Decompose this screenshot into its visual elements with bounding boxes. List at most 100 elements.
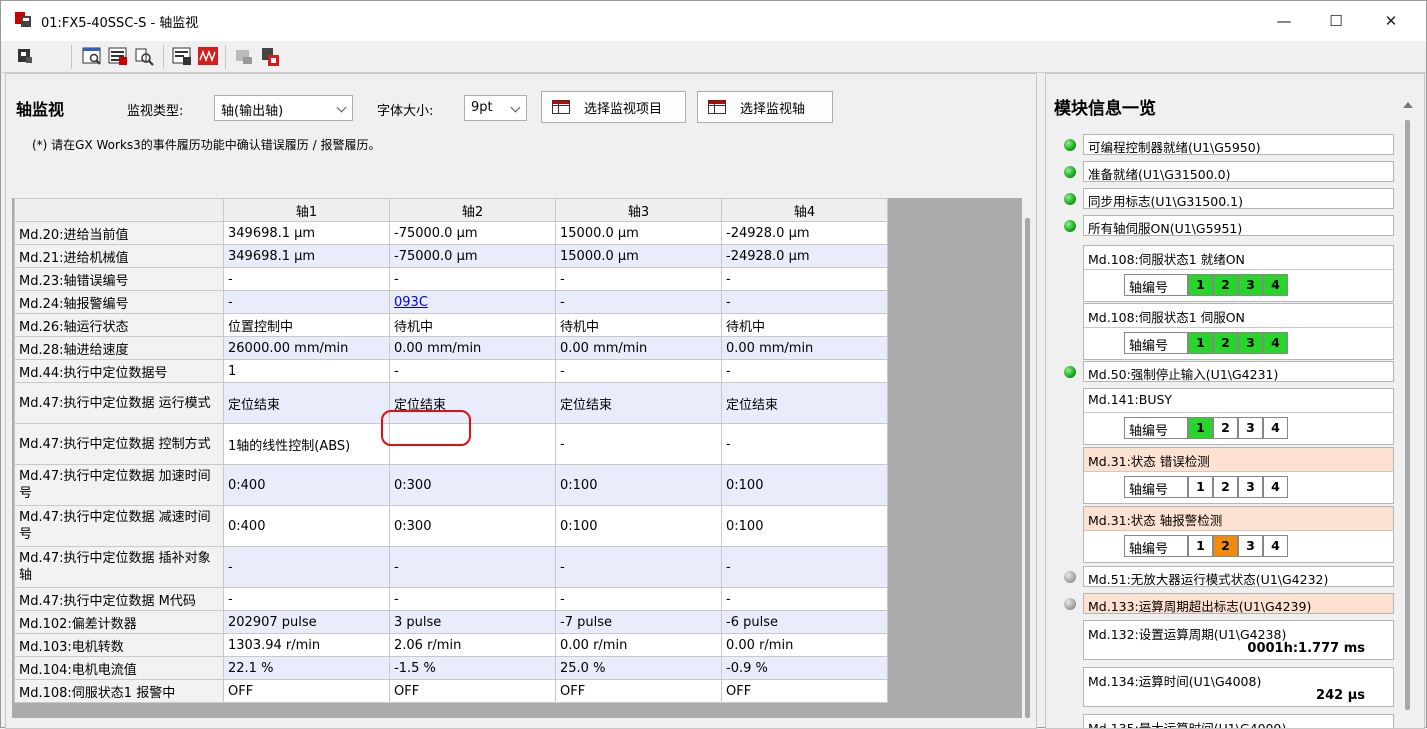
table-cell: 093C [389, 290, 556, 314]
table-cell: - [223, 587, 390, 611]
column-header-axis4[interactable]: 轴4 [721, 198, 888, 222]
table-cell: - [721, 359, 888, 383]
select-monitor-items-button[interactable]: 选择监视项目 [541, 91, 686, 123]
axis-monitor-table-area: 轴1 轴2 轴3 轴4 Md.20:进给当前值 349698.1 μm -75000… [12, 198, 1022, 718]
row-header: Md.103:电机转数 [14, 633, 224, 657]
scroll-up-icon[interactable] [1403, 102, 1413, 108]
table-cell: 15000.0 μm [555, 221, 722, 245]
table-cell: -75000.0 μm [389, 244, 556, 268]
module-monitor-icon[interactable] [107, 45, 129, 67]
monitor-type-label: 监视类型: [127, 104, 184, 119]
monitor-window-icon[interactable] [81, 45, 103, 67]
axis-status-group: Md.141:BUSY 轴编号 1 2 3 4 [1083, 388, 1394, 445]
row-header: Md.47:执行中定位数据 控制方式 [14, 423, 224, 465]
axis-indicator-2: 2 [1213, 535, 1238, 557]
minimize-button[interactable]: — [1259, 1, 1309, 41]
row-header: Md.47:执行中定位数据 M代码 [14, 587, 224, 611]
waveform-icon[interactable] [197, 45, 219, 67]
status-item: Md.133:运算周期超出标志(U1\G4239) [1083, 593, 1394, 614]
group-title: Md.108:伺服状态1 伺服ON [1084, 304, 1393, 328]
table-cell: 0.00 mm/min [389, 336, 556, 360]
table-cell: 2.06 r/min [389, 633, 556, 657]
table-row: Md.23:轴错误编号 - - - - [14, 267, 888, 291]
axis-monitor-table: 轴1 轴2 轴3 轴4 Md.20:进给当前值 349698.1 μm -75000… [14, 198, 888, 703]
title-bar: 01:FX5-40SSC-S - 轴监视 — ☐ ✕ [1, 1, 1426, 41]
value-group: Md.135:最大运算时间(U1\G4009) [1083, 714, 1394, 728]
axis-number-row: 轴编号 1 2 3 4 [1124, 535, 1324, 557]
table-cell: - [389, 546, 556, 588]
table-cell: -0.9 % [721, 656, 888, 680]
history-icon[interactable] [171, 45, 193, 67]
module-info-scrollbar[interactable] [1400, 98, 1416, 728]
table-cell: - [555, 359, 722, 383]
axis-indicator-2: 2 [1213, 476, 1238, 498]
corner-header [14, 198, 224, 222]
table-cell: 0:100 [555, 464, 722, 506]
table-cell: - [389, 359, 556, 383]
axis-number-label: 轴编号 [1124, 332, 1188, 354]
status-led-off [1064, 598, 1076, 610]
column-header-axis1[interactable]: 轴1 [223, 198, 390, 222]
axis-number-label: 轴编号 [1124, 476, 1188, 498]
axis-indicator-4: 4 [1263, 535, 1288, 557]
close-button[interactable]: ✕ [1366, 1, 1416, 41]
table-cell: 1 [223, 359, 390, 383]
row-header: Md.23:轴错误编号 [14, 267, 224, 291]
select-monitor-axis-button[interactable]: 选择监视轴 [697, 91, 833, 123]
axis-indicator-2: 2 [1213, 332, 1238, 354]
alarm-code-link[interactable]: 093C [394, 295, 428, 310]
table-scrollbar[interactable] [1022, 198, 1034, 718]
table-row: Md.47:执行中定位数据 减速时间号 0:400 0:300 0:100 0:100 [14, 505, 888, 547]
monitor-start-icon[interactable] [15, 45, 37, 67]
row-header: Md.20:进给当前值 [14, 221, 224, 245]
table-row: Md.47:执行中定位数据 M代码 - - - - [14, 587, 888, 611]
table-row: Md.26:轴运行状态 位置控制中 待机中 待机中 待机中 [14, 313, 888, 337]
status-item: Md.51:无放大器运行模式状态(U1\G4232) [1083, 566, 1394, 587]
font-size-value: 9pt [471, 100, 493, 115]
page-title: 轴监视 [16, 100, 65, 119]
maximize-button[interactable]: ☐ [1311, 1, 1361, 41]
table-cell: - [721, 423, 888, 465]
font-size-select[interactable]: 9pt [464, 95, 527, 121]
grid-icon [552, 100, 570, 114]
table-cell: - [389, 587, 556, 611]
table-cell: 1轴的线性控制(ABS) [223, 423, 390, 465]
table-cell: OFF [389, 679, 556, 703]
table-cell: - [555, 423, 722, 465]
font-size-label: 字体大小: [377, 104, 434, 119]
column-header-axis3[interactable]: 轴3 [555, 198, 722, 222]
table-cell: - [223, 546, 390, 588]
table-row: Md.44:执行中定位数据号 1- - - [14, 359, 888, 383]
axis-indicator-1: 1 [1188, 417, 1213, 439]
group-title: Md.134:运算时间(U1\G4008) [1084, 668, 1393, 689]
column-header-axis2[interactable]: 轴2 [389, 198, 556, 222]
table-cell: 202907 pulse [223, 610, 390, 634]
table-cell: 26000.00 mm/min [223, 336, 390, 360]
axis-indicator-4: 4 [1263, 417, 1288, 439]
table-cell: - [223, 290, 390, 314]
status-led-on [1064, 139, 1076, 151]
table-cell: 0:400 [223, 505, 390, 547]
axis-indicator-4: 4 [1263, 274, 1288, 296]
axis-status-group: Md.108:伺服状态1 就绪ON 轴编号 1 2 3 4 [1083, 245, 1394, 302]
app-icon [15, 12, 31, 27]
table-cell: 0:100 [721, 464, 888, 506]
monitor-type-select[interactable]: 轴(输出轴) [214, 95, 353, 121]
status-led-on [1064, 366, 1076, 378]
table-row: Md.47:执行中定位数据 加速时间号 0:400 0:300 0:100 0:100 [14, 464, 888, 506]
table-cell: 0:300 [389, 464, 556, 506]
table-cell: 25.0 % [555, 656, 722, 680]
scrollbar-thumb[interactable] [1025, 218, 1030, 718]
table-cell: 待机中 [721, 313, 888, 337]
axis-indicator-3: 3 [1238, 417, 1263, 439]
alarm-tool-icon[interactable] [259, 45, 281, 67]
search-icon[interactable] [133, 45, 155, 67]
table-cell: - [555, 267, 722, 291]
axis-number-row: 轴编号 1 2 3 4 [1124, 274, 1324, 296]
status-led-on [1064, 193, 1076, 205]
scrollbar-thumb[interactable] [1405, 120, 1410, 710]
table-row: Md.102:偏差计数器 202907 pulse 3 pulse -7 pulse -… [14, 610, 888, 634]
table-cell: 0:300 [389, 505, 556, 547]
disabled-tool-icon [236, 50, 252, 64]
axis-indicator-3: 3 [1238, 332, 1263, 354]
